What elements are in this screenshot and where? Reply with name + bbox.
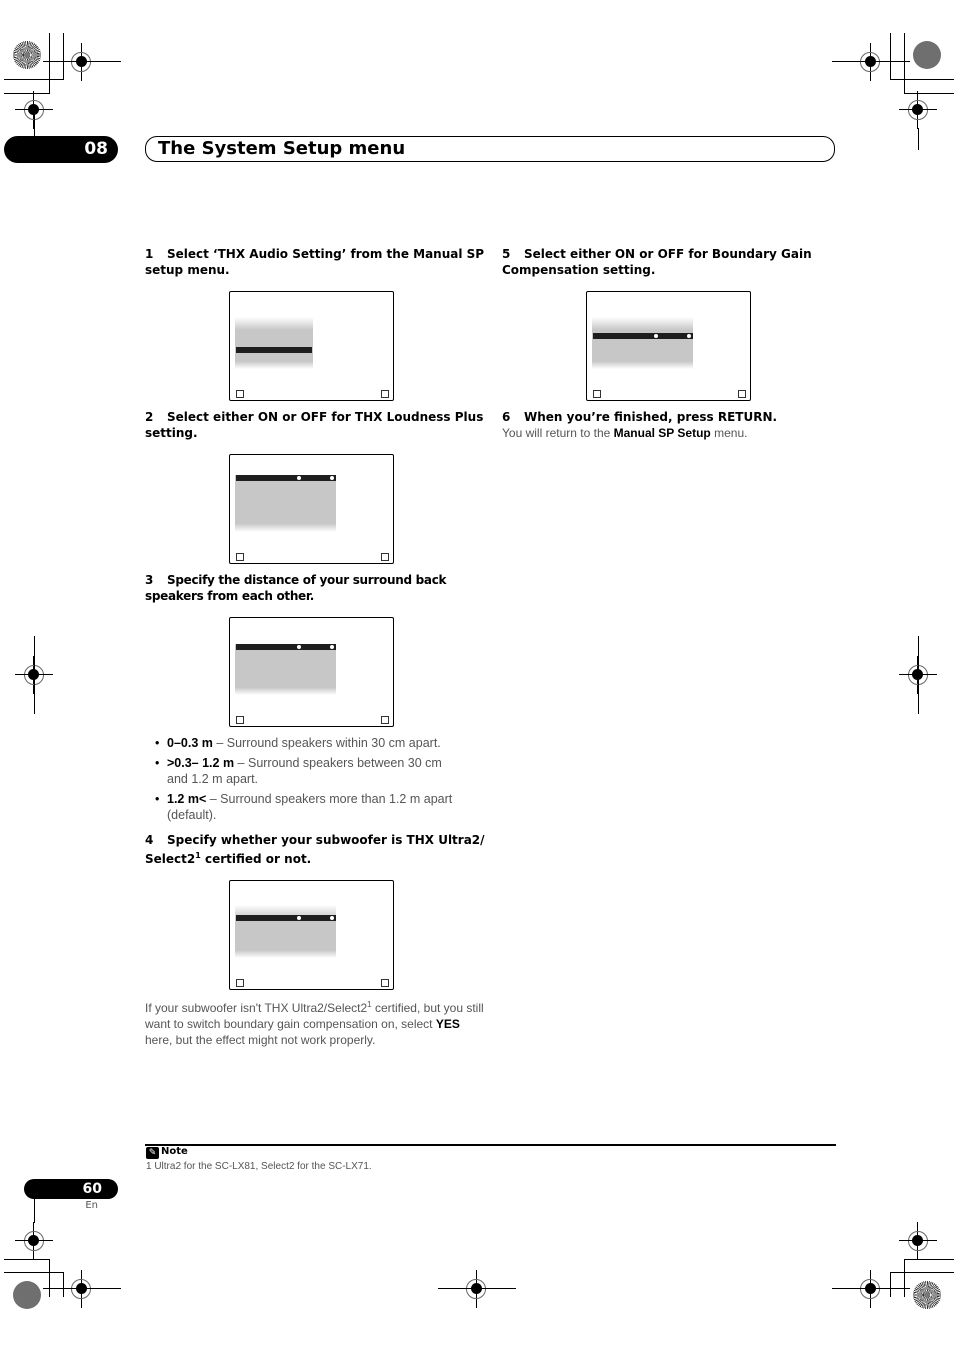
paragraph-text: You will return to the xyxy=(502,426,614,440)
step-text: Specify the distance of your surround ba… xyxy=(145,573,447,603)
step-3: 3 Specify the distance of your surround b… xyxy=(145,572,485,604)
option-term: 1.2 m< xyxy=(167,792,207,806)
osd-highlight-bar xyxy=(236,915,336,921)
option-term: 0–0.3 m xyxy=(167,736,213,750)
osd-menu-panel xyxy=(235,905,336,958)
osd-screen-subwoofer-certified xyxy=(229,880,394,990)
osd-menu-panel xyxy=(235,644,336,695)
color-wheel-icon xyxy=(913,1281,941,1309)
osd-highlight-bar xyxy=(593,333,693,339)
arrow-left-icon xyxy=(297,476,301,480)
step-text: Select ‘THX Audio Setting’ from the Manu… xyxy=(145,247,485,277)
osd-screen-thx-audio-setting xyxy=(229,291,394,401)
page-number: 60 xyxy=(82,1181,102,1197)
arrow-left-icon xyxy=(297,916,301,920)
option-description: – Surround speakers more than 1.2 m apar… xyxy=(167,792,453,822)
step-text: certified or not. xyxy=(200,852,312,866)
arrow-left-icon xyxy=(297,645,301,649)
list-item: 1.2 m< – Surround speakers more than 1.2… xyxy=(145,791,465,823)
step-6: 6 When you’re finished, press RETURN. xyxy=(502,409,842,425)
registration-mark-icon xyxy=(832,1270,910,1308)
osd-menu-panel xyxy=(592,317,693,369)
osd-screen-boundary-gain-compensation xyxy=(586,291,751,401)
registration-mark-icon xyxy=(15,1222,53,1260)
registration-mark-icon xyxy=(899,1222,937,1260)
crop-line xyxy=(34,636,35,714)
crop-line xyxy=(918,128,919,150)
step-number: 4 xyxy=(145,833,154,847)
step-number: 6 xyxy=(502,410,511,424)
emphasis-text: Manual SP Setup xyxy=(613,426,711,440)
distance-options-list: 0–0.3 m – Surround speakers within 30 cm… xyxy=(145,735,465,827)
emphasis-text: YES xyxy=(435,1017,460,1031)
paragraph-text: here, but the effect might not work prop… xyxy=(145,1033,376,1047)
list-item: 0–0.3 m – Surround speakers within 30 cm… xyxy=(145,735,465,751)
osd-highlight-bar xyxy=(236,347,312,353)
osd-screen-thx-loudness-plus xyxy=(229,454,394,564)
step-4: 4 Specify whether your subwoofer is THX U… xyxy=(145,831,485,869)
return-icon xyxy=(236,979,244,987)
crop-line xyxy=(34,110,35,136)
osd-highlight-bar xyxy=(236,644,336,650)
option-term: >0.3– 1.2 m xyxy=(167,756,235,770)
return-icon xyxy=(593,390,601,398)
paragraph-text: menu. xyxy=(710,426,748,440)
subwoofer-note-paragraph: If your subwoofer isn't THX Ultra2/Selec… xyxy=(145,1000,485,1048)
arrow-right-icon xyxy=(687,334,691,338)
crop-line xyxy=(4,1259,50,1260)
return-note-paragraph: You will return to the Manual SP Setup m… xyxy=(502,425,842,441)
step-number: 3 xyxy=(145,573,154,587)
step-5: 5 Select either ON or OFF for Boundary Ga… xyxy=(502,246,842,278)
arrow-right-icon xyxy=(330,645,334,649)
paragraph-text: If your subwoofer isn't THX Ultra2/Selec… xyxy=(145,1001,368,1015)
gray-disc-icon xyxy=(913,41,941,69)
color-wheel-icon xyxy=(13,41,41,69)
osd-screen-sb-speaker-distance xyxy=(229,617,394,727)
osd-highlight-bar xyxy=(236,475,336,481)
list-item: >0.3– 1.2 m – Surround speakers between … xyxy=(145,755,465,787)
note-label: Note xyxy=(161,1146,188,1157)
step-text: Select either ON or OFF for THX Loudness… xyxy=(145,410,484,440)
step-number: 5 xyxy=(502,247,511,261)
step-number: 1 xyxy=(145,247,154,261)
step-2: 2 Select either ON or OFF for THX Loudnes… xyxy=(145,409,485,441)
crop-line xyxy=(34,1198,35,1223)
footnote-text: 1 Ultra2 for the SC-LX81, Select2 for th… xyxy=(146,1161,372,1172)
crop-line xyxy=(890,79,954,80)
return-icon xyxy=(236,390,244,398)
crop-line xyxy=(918,636,919,714)
crop-line xyxy=(904,1259,954,1260)
step-number: 2 xyxy=(145,410,154,424)
crop-line xyxy=(890,33,891,79)
arrow-left-icon xyxy=(654,334,658,338)
exit-icon xyxy=(738,390,746,398)
note-divider xyxy=(145,1144,836,1146)
chapter-number: 08 xyxy=(84,139,108,159)
registration-mark-icon xyxy=(43,1270,121,1308)
osd-menu-panel xyxy=(235,317,313,369)
return-icon xyxy=(236,716,244,724)
crop-line xyxy=(904,33,905,93)
exit-icon xyxy=(381,979,389,987)
step-1: 1 Select ‘THX Audio Setting’ from the Man… xyxy=(145,246,485,278)
exit-icon xyxy=(381,553,389,561)
arrow-right-icon xyxy=(330,476,334,480)
step-text: Select either ON or OFF for Boundary Gai… xyxy=(502,247,812,277)
registration-mark-icon xyxy=(899,91,937,129)
registration-mark-icon xyxy=(43,43,121,81)
gray-disc-icon xyxy=(13,1281,41,1309)
exit-icon xyxy=(381,716,389,724)
chapter-title: The System Setup menu xyxy=(158,138,406,159)
registration-mark-icon xyxy=(438,1270,516,1308)
arrow-right-icon xyxy=(330,916,334,920)
page-language: En xyxy=(85,1200,98,1211)
step-text: When you’re finished, press RETURN. xyxy=(524,410,778,424)
return-icon xyxy=(236,553,244,561)
exit-icon xyxy=(381,390,389,398)
osd-menu-panel xyxy=(235,475,336,532)
option-description: – Surround speakers within 30 cm apart. xyxy=(212,736,441,750)
registration-mark-icon xyxy=(832,43,910,81)
step-text: Specify whether your subwoofer is THX Ul… xyxy=(145,833,485,866)
pencil-note-icon: ✎ xyxy=(146,1147,159,1159)
